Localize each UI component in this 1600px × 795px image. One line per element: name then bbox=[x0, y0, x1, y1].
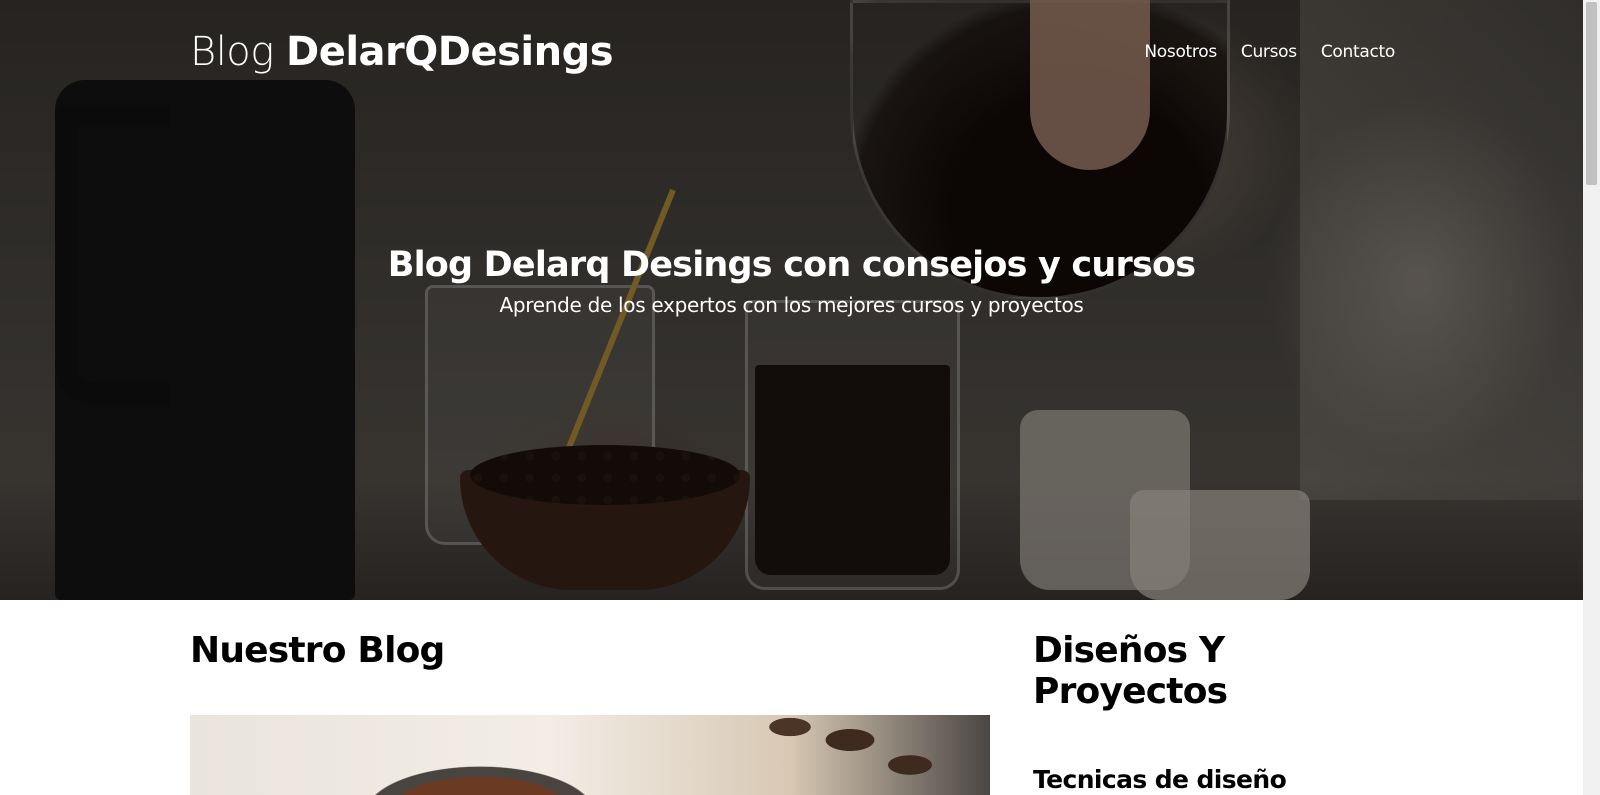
sidebar: Diseños Y Proyectos Tecnicas de diseño bbox=[1033, 630, 1393, 794]
page-scrollbar[interactable] bbox=[1583, 0, 1600, 795]
hero-subtitle: Aprende de los expertos con los mejores … bbox=[499, 293, 1084, 317]
logo-bold-text: DelarQDesings bbox=[286, 29, 614, 75]
sidebar-item-title[interactable]: Tecnicas de diseño bbox=[1033, 765, 1393, 794]
blog-heading: Nuestro Blog bbox=[190, 630, 445, 671]
blog-section: Nuestro Blog bbox=[190, 630, 990, 795]
hero-text: Blog Delarq Desings con consejos y curso… bbox=[0, 245, 1583, 317]
nav-link-contacto[interactable]: Contacto bbox=[1321, 42, 1395, 62]
sidebar-heading: Diseños Y Proyectos bbox=[1033, 630, 1228, 712]
scrollbar-thumb[interactable] bbox=[1586, 2, 1597, 185]
site-header: Blog DelarQDesings Nosotros Cursos Conta… bbox=[190, 22, 1395, 82]
nav-link-cursos[interactable]: Cursos bbox=[1241, 42, 1297, 62]
blog-post-image[interactable] bbox=[190, 715, 990, 795]
hero-title: Blog Delarq Desings con consejos y curso… bbox=[387, 245, 1196, 285]
nav-link-nosotros[interactable]: Nosotros bbox=[1144, 42, 1217, 62]
hero-banner: Blog DelarQDesings Nosotros Cursos Conta… bbox=[0, 0, 1583, 600]
logo-light-text: Blog bbox=[190, 29, 286, 75]
site-logo[interactable]: Blog DelarQDesings bbox=[190, 29, 614, 75]
main-nav: Nosotros Cursos Contacto bbox=[1144, 42, 1395, 62]
